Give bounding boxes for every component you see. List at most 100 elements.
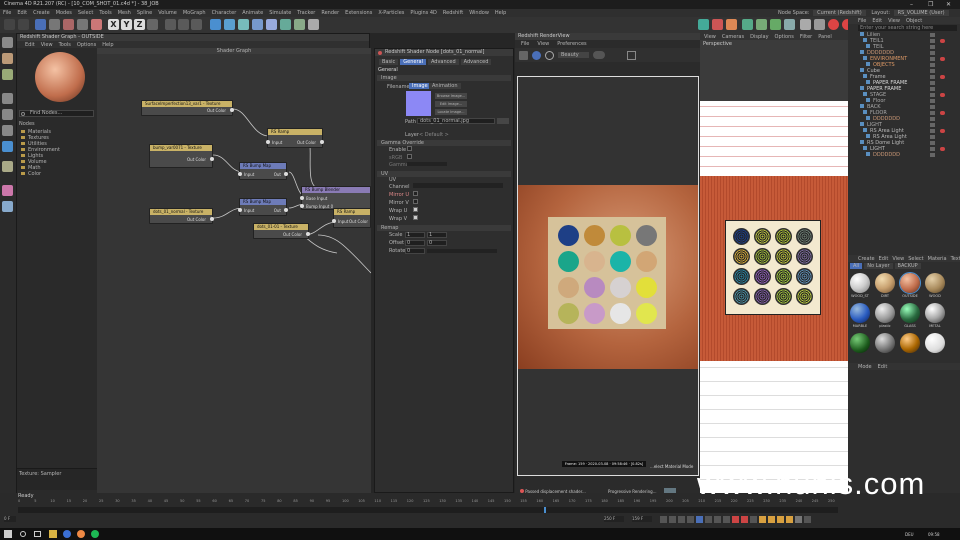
node-rs-bump-map-2[interactable]: RS Bump Map Input Out [238, 198, 288, 216]
tag-icon[interactable] [940, 75, 945, 79]
edit-image-button[interactable]: Edit Image... [435, 101, 467, 107]
cloner-icon[interactable] [252, 19, 263, 30]
material-swatch[interactable] [850, 273, 870, 293]
uv-mode-icon[interactable] [2, 141, 13, 152]
input-port[interactable] [300, 196, 304, 200]
visibility-icon[interactable] [930, 153, 935, 157]
menu-1[interactable]: Edit [17, 9, 27, 17]
transport-button-icon[interactable] [705, 515, 712, 523]
node-dots-normal[interactable]: dots_01_normal - Texture Out Color [149, 208, 214, 224]
crop-icon[interactable] [626, 50, 636, 60]
timeline-track[interactable] [18, 507, 838, 513]
task-view-icon[interactable] [34, 531, 41, 537]
redo-icon[interactable] [18, 19, 29, 30]
mat-filter[interactable]: All [850, 262, 863, 269]
scale-u-field[interactable]: 1 [405, 232, 425, 238]
aov-select[interactable]: Beauty [558, 52, 589, 58]
material-swatch[interactable] [900, 333, 920, 353]
vp-menu-item[interactable]: Options [775, 34, 794, 40]
animation-tab[interactable]: Animation [429, 83, 461, 89]
node-dots-01[interactable]: dots_01-01 - Texture Out Color [253, 223, 310, 239]
vp-menu-item[interactable]: Panel [818, 34, 832, 40]
transport-button-icon[interactable] [768, 515, 775, 523]
transport-button-icon[interactable] [777, 515, 784, 523]
mat-menu-item[interactable]: Edit [879, 256, 889, 262]
obj-tab[interactable]: View [888, 18, 900, 24]
vp-menu-item[interactable]: Display [750, 34, 768, 40]
find-nodes-input[interactable]: Find Nodes... [19, 110, 94, 117]
locate-image-button[interactable]: Locate Image... [435, 109, 467, 115]
menu-10[interactable]: Character [212, 9, 237, 17]
input-port[interactable] [332, 219, 336, 223]
transport-button-icon[interactable] [723, 515, 730, 523]
attr-tab[interactable]: Advanced [427, 58, 459, 65]
rs-tool-icon[interactable] [698, 19, 709, 30]
mode-menu-item[interactable]: Mode [858, 364, 872, 370]
visibility-icon[interactable] [930, 147, 935, 151]
menu-20[interactable]: Help [495, 9, 506, 17]
uv-channel-field[interactable] [413, 183, 503, 188]
rs-record-icon[interactable] [712, 19, 723, 30]
mat-menu-item[interactable]: Texture [951, 256, 960, 262]
axis-mode-icon[interactable] [2, 161, 13, 172]
transport-button-icon[interactable] [678, 515, 685, 523]
obj-tab[interactable]: Object [906, 18, 922, 24]
material-swatch[interactable] [850, 303, 870, 323]
transport-button-icon[interactable] [687, 515, 694, 523]
menu-12[interactable]: Simulate [269, 9, 291, 17]
layout-select[interactable]: RS_VOLUME (User) [893, 10, 949, 16]
sg-menu-item[interactable]: Options [77, 42, 96, 48]
z-axis-icon[interactable]: Z [134, 19, 145, 30]
camera-icon[interactable] [294, 19, 305, 30]
node-rs-bump-map-1[interactable]: RS Bump Map Input Out [238, 162, 288, 180]
model-mode-icon[interactable] [2, 53, 13, 64]
tag-icon[interactable] [940, 147, 945, 151]
visibility-icon[interactable] [930, 81, 935, 85]
offset-u-field[interactable]: 0 [405, 240, 425, 246]
snapshot-icon[interactable] [519, 50, 528, 60]
visibility-icon[interactable] [930, 63, 935, 67]
rv-menu-item[interactable]: View [537, 41, 549, 47]
mirror-v-checkbox[interactable] [413, 199, 418, 204]
transport-button-icon[interactable] [759, 515, 766, 523]
obj-tab[interactable]: Edit [872, 18, 882, 24]
rs-render-icon[interactable] [726, 19, 737, 30]
output-port[interactable] [284, 172, 288, 176]
visibility-icon[interactable] [930, 69, 935, 73]
image-tab[interactable]: Image [409, 83, 431, 89]
transport-button-icon[interactable] [669, 515, 676, 523]
rv-menu-item[interactable]: File [521, 41, 529, 47]
input-port[interactable] [238, 208, 242, 212]
output-port[interactable] [210, 217, 214, 221]
select-tool-icon[interactable] [35, 19, 46, 30]
refresh-icon[interactable] [545, 50, 554, 60]
cube-icon[interactable] [210, 19, 221, 30]
tag-icon[interactable] [940, 111, 945, 115]
menu-4[interactable]: Select [78, 9, 93, 17]
input-port[interactable] [300, 204, 304, 208]
tag-icon[interactable] [940, 57, 945, 61]
visibility-icon[interactable] [930, 117, 935, 121]
mat-menu-item[interactable]: Create [858, 256, 875, 262]
browse-image-button[interactable]: Browse Image... [435, 93, 467, 99]
transport-button-icon[interactable] [750, 515, 757, 523]
playhead[interactable] [544, 507, 546, 513]
material-swatch[interactable] [925, 303, 945, 323]
visibility-icon[interactable] [930, 99, 935, 103]
tag-icon[interactable] [940, 39, 945, 43]
attr-tab[interactable]: Basic [379, 58, 399, 65]
start-render-icon[interactable] [532, 50, 541, 60]
rotate-tool-icon[interactable] [77, 19, 88, 30]
visibility-icon[interactable] [930, 111, 935, 115]
visibility-icon[interactable] [930, 75, 935, 79]
obj-tab[interactable]: File [858, 18, 866, 24]
material-swatch[interactable] [875, 273, 895, 293]
material-swatch[interactable] [899, 272, 921, 294]
render-settings-icon[interactable] [191, 19, 202, 30]
menu-3[interactable]: Modes [56, 9, 72, 17]
visibility-icon[interactable] [930, 39, 935, 43]
rs-environment-icon[interactable] [800, 19, 811, 30]
output-port[interactable] [320, 140, 324, 144]
rs-sky-icon[interactable] [814, 19, 825, 30]
material-swatch[interactable] [875, 303, 895, 323]
